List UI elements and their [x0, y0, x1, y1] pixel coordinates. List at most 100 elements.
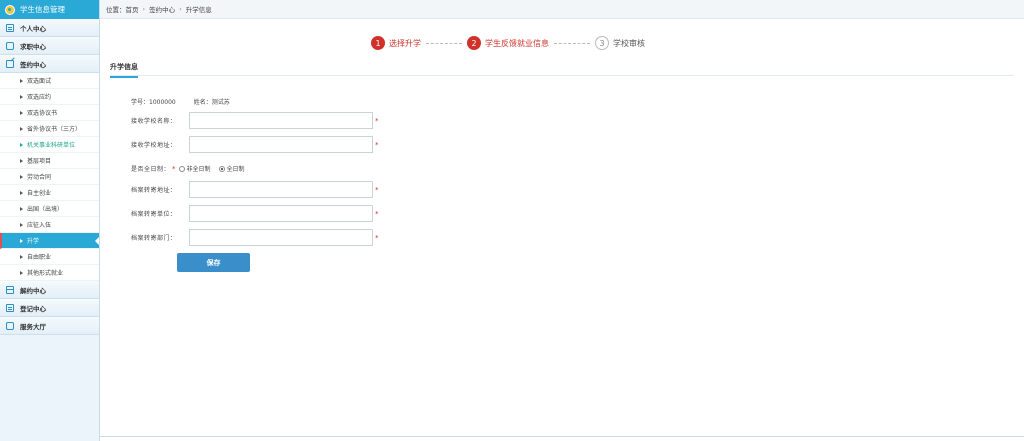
breadcrumb: 位置： 首页 › 签约中心 › 升学信息: [100, 0, 1024, 19]
menu-cancel-center[interactable]: 解约中心: [0, 281, 99, 299]
triangle-right-icon: [20, 142, 23, 147]
step-label: 学校审核: [613, 38, 645, 48]
sidebar-item-agreement[interactable]: 双选协议书: [0, 105, 99, 121]
radio-parttime[interactable]: 非全日制: [178, 164, 211, 173]
required-mark: *: [172, 164, 176, 173]
breadcrumb-sign-center[interactable]: 签约中心: [149, 4, 175, 14]
sidebar-item-label: 其他形式就业: [27, 270, 64, 277]
menu-register-center[interactable]: 登记中心: [0, 299, 99, 317]
triangle-right-icon: [20, 190, 23, 195]
sidebar-item-appointment[interactable]: 双选应约: [0, 89, 99, 105]
sidebar-item-label: 双选面试: [27, 78, 52, 85]
step-number: 1: [371, 36, 385, 50]
menu-sign-center[interactable]: 签约中心: [0, 55, 99, 73]
triangle-right-icon: [20, 158, 23, 163]
step-number: 3: [595, 36, 609, 50]
sidebar-item-grassroots[interactable]: 基层项目: [0, 153, 99, 169]
sidebar-item-label: 劳动合同: [27, 174, 52, 181]
radio-button-icon: [178, 165, 185, 172]
sidebar-header: 学生信息管理: [0, 0, 99, 19]
menu-label: 登记中心: [20, 304, 46, 313]
triangle-right-icon: [20, 270, 23, 275]
archive-address-label: 档案转寄地址：: [131, 187, 177, 194]
menu-label: 求职中心: [20, 42, 46, 51]
archive-dept-input[interactable]: [189, 229, 373, 246]
calendar-icon: [6, 285, 14, 294]
radio-button-icon: [218, 165, 225, 172]
menu-personal-center[interactable]: 个人中心: [0, 19, 99, 37]
student-name: 姓名：测试苏: [193, 99, 230, 106]
sidebar-item-institution[interactable]: 机关事业科研单位: [0, 137, 99, 153]
sidebar-item-startup[interactable]: 自主创业: [0, 185, 99, 201]
sidebar-item-interview[interactable]: 双选面试: [0, 73, 99, 89]
menu-service-hall[interactable]: 服务大厅: [0, 317, 99, 335]
required-mark: *: [375, 185, 379, 194]
row-archive-address: 档案转寄地址： *: [131, 181, 379, 198]
chat-icon: [6, 321, 14, 330]
school-name-input[interactable]: [189, 112, 373, 129]
archive-address-input[interactable]: [189, 181, 373, 198]
step-label: 选择升学: [389, 38, 421, 48]
tab-divider: [110, 75, 1014, 76]
archive-unit-label: 档案转寄单位：: [131, 211, 177, 218]
required-mark: *: [375, 209, 379, 218]
chat-icon: [6, 41, 14, 50]
sidebar-item-out-province[interactable]: 省外协议书（三方）: [0, 121, 99, 137]
breadcrumb-separator: ›: [142, 5, 146, 13]
radio-parttime-label: 非全日制: [186, 166, 211, 173]
row-fulltime: 是否全日制： * 非全日制 全日制: [131, 164, 253, 174]
sidebar-item-other[interactable]: 其他形式就业: [0, 265, 99, 281]
progress-steps: 1 选择升学 2 学生反馈就业信息 3 学校审核: [371, 36, 645, 50]
sidebar: 学生信息管理 个人中心 求职中心 签约中心 双选面试 双选应约 双选协议书 省外…: [0, 0, 100, 441]
sidebar-item-label: 双选应约: [27, 94, 52, 101]
sidebar-item-label: 自由职业: [27, 254, 52, 261]
document-icon: [6, 303, 14, 312]
sidebar-item-label: 机关事业科研单位: [27, 142, 76, 149]
required-mark: *: [375, 116, 379, 125]
menu-label: 服务大厅: [20, 322, 46, 331]
sidebar-item-label: 应征入伍: [27, 222, 52, 229]
bottom-divider: [100, 436, 1024, 437]
archive-dept-label: 档案转寄部门：: [131, 235, 177, 242]
school-address-input[interactable]: [189, 136, 373, 153]
required-mark: *: [375, 140, 379, 149]
step-connector: [426, 42, 462, 44]
sidebar-item-abroad[interactable]: 出国（出境）: [0, 201, 99, 217]
menu-job-center[interactable]: 求职中心: [0, 37, 99, 55]
logo-icon: [5, 4, 15, 15]
radio-fulltime-label: 全日制: [226, 166, 245, 173]
breadcrumb-prefix: 位置：: [106, 6, 126, 14]
sidebar-item-freelance[interactable]: 自由职业: [0, 249, 99, 265]
sidebar-item-military[interactable]: 应征入伍: [0, 217, 99, 233]
triangle-right-icon: [20, 238, 23, 243]
fulltime-label: 是否全日制：: [131, 166, 171, 173]
required-mark: *: [375, 233, 379, 242]
menu-label: 个人中心: [20, 24, 46, 33]
breadcrumb-home[interactable]: 首页: [126, 4, 139, 14]
menu-label: 签约中心: [20, 60, 46, 69]
step-connector: [554, 42, 590, 44]
row-archive-unit: 档案转寄单位： *: [131, 205, 379, 222]
row-school-address: 接收学校地址： *: [131, 136, 379, 153]
row-archive-dept: 档案转寄部门： *: [131, 229, 379, 246]
triangle-right-icon: [20, 222, 23, 227]
step-number: 2: [467, 36, 481, 50]
sidebar-item-labor-contract[interactable]: 劳动合同: [0, 169, 99, 185]
triangle-right-icon: [20, 126, 23, 131]
sidebar-item-label: 出国（出境）: [27, 206, 64, 213]
triangle-right-icon: [20, 94, 23, 99]
triangle-right-icon: [20, 254, 23, 259]
step-1: 1 选择升学: [371, 36, 421, 50]
save-button[interactable]: 保存: [177, 253, 250, 272]
sidebar-item-label: 省外协议书（三方）: [27, 126, 82, 133]
sidebar-item-further-study[interactable]: 升学: [0, 233, 99, 249]
edit-icon: [6, 59, 14, 68]
document-icon: [6, 23, 14, 32]
step-3: 3 学校审核: [595, 36, 645, 50]
row-school-name: 接收学校名称： *: [131, 112, 379, 129]
sidebar-item-label: 基层项目: [27, 158, 52, 165]
school-address-label: 接收学校地址：: [131, 142, 177, 149]
radio-fulltime[interactable]: 全日制: [218, 164, 245, 173]
archive-unit-input[interactable]: [189, 205, 373, 222]
step-2: 2 学生反馈就业信息: [467, 36, 549, 50]
